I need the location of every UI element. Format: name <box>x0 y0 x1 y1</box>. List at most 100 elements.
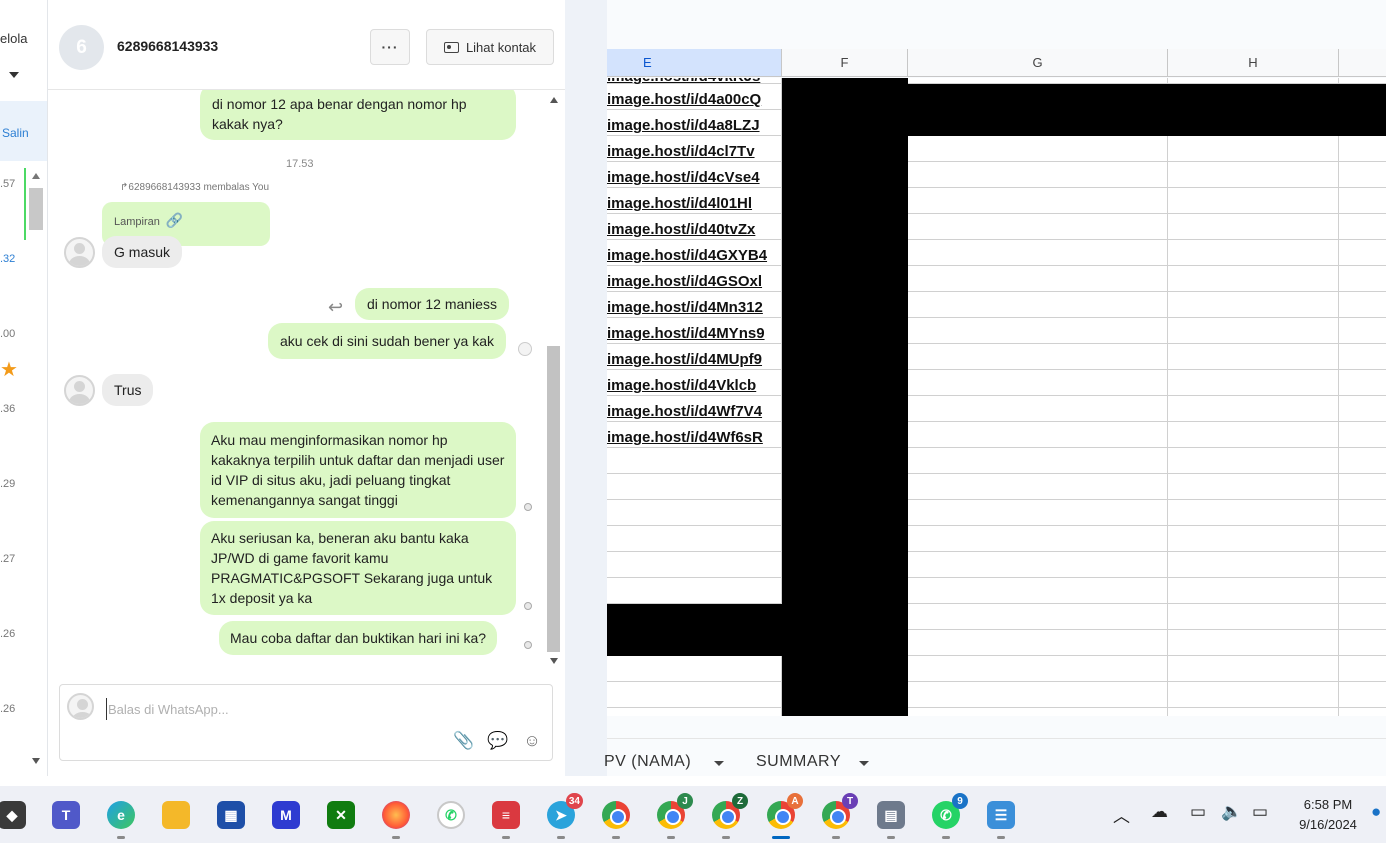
taskbar-firefox[interactable] <box>380 799 412 839</box>
taskbar-file-explorer[interactable] <box>160 799 192 831</box>
system-clock[interactable]: 6:58 PM 9/16/2024 <box>1288 795 1368 835</box>
vpn-icon: ≡ <box>492 801 520 829</box>
reply-input[interactable] <box>106 698 506 720</box>
image-link[interactable]: image.host/i/d4cVse4 <box>607 167 760 189</box>
image-link[interactable]: image.host/i/d4MUpf9 <box>607 349 762 371</box>
emoji-icon[interactable]: ☺ <box>522 731 542 751</box>
sheet-grid[interactable]: image.host/i/d4vkKJs image.host/i/d4a00c… <box>607 78 1386 716</box>
outgoing-message[interactable]: Aku mau menginformasikan nomor hp kakakn… <box>200 422 516 518</box>
more-options-button[interactable]: ··· <box>370 29 410 65</box>
redacted-block <box>607 604 782 656</box>
image-link[interactable]: image.host/i/d4Vklcb <box>607 375 756 397</box>
salin-link[interactable]: Salin <box>2 126 29 140</box>
editor-icon: M <box>272 801 300 829</box>
taskbar-chrome-t[interactable]: T <box>820 793 858 839</box>
attachment-label: Lampiran <box>114 216 160 228</box>
taskbar-store[interactable]: ▦ <box>215 799 247 831</box>
xbox-icon: ✕ <box>327 801 355 829</box>
sheet-tab-summary[interactable]: SUMMARY <box>756 753 841 771</box>
taskbar-notepad[interactable]: ☰ <box>985 799 1017 839</box>
image-link[interactable]: image.host/i/d4Wf6sR <box>607 427 763 449</box>
reply-arrow-icon[interactable]: ↩ <box>328 297 343 318</box>
star-icon[interactable]: ★ <box>0 360 18 380</box>
taskbar-xbox[interactable]: ✕ <box>325 799 357 831</box>
image-link[interactable]: image.host/i/d4l01Hl <box>607 193 752 215</box>
active-indicator <box>24 168 26 240</box>
attach-icon[interactable]: 📎 <box>453 731 474 751</box>
image-link[interactable]: image.host/i/d4Mn312 <box>607 297 763 319</box>
image-link[interactable]: image.host/i/d40tvZx <box>607 219 755 241</box>
image-link[interactable]: image.host/i/d4a00cQ <box>607 89 761 111</box>
taskbar-calculator[interactable]: ▤ <box>875 799 907 839</box>
outgoing-message[interactable]: Mau coba daftar dan buktikan hari ini ka… <box>219 621 498 655</box>
scroll-up-arrow[interactable] <box>550 97 558 103</box>
whatsapp-badge: 9 <box>952 793 968 809</box>
column-header-f[interactable]: F <box>782 49 908 77</box>
contact-card-icon <box>443 41 459 53</box>
outgoing-message[interactable]: aku cek di sini sudah bener ya kak <box>268 323 507 359</box>
reply-note: ↱6289668143933 membalas You <box>120 182 270 193</box>
taskbar-chrome-j[interactable]: J <box>655 793 693 839</box>
redacted-block <box>908 84 1386 136</box>
taskbar-app-dark[interactable]: ◆ <box>0 799 28 831</box>
chevron-down-icon[interactable] <box>859 761 869 766</box>
taskbar-vpn[interactable]: ≡ <box>490 799 522 839</box>
column-header-i[interactable] <box>1339 49 1386 77</box>
image-link[interactable]: image.host/i/d4GSOxl <box>607 271 762 293</box>
read-avatar-icon <box>518 342 532 356</box>
taskbar-whatsapp-web[interactable]: ✆ <box>435 799 467 831</box>
delivered-icon <box>524 503 532 511</box>
sheet-tab-bar: PV (NAMA) SUMMARY <box>604 738 1386 776</box>
contact-list-panel: elola Salin .57 .32 .00 ★ .36 .29 .27 .2… <box>0 0 48 776</box>
notification-icon[interactable]: ● <box>1371 802 1381 822</box>
taskbar-editor[interactable]: M <box>270 799 302 831</box>
scroll-down-arrow[interactable] <box>32 758 40 764</box>
scrollbar-thumb[interactable] <box>547 346 560 652</box>
image-link[interactable]: image.host/i/d4vkKJs <box>607 78 760 88</box>
taskbar-chrome-1[interactable] <box>600 799 632 839</box>
delivered-icon <box>524 602 532 610</box>
column-header-e[interactable]: E <box>607 49 782 77</box>
chevron-up-icon[interactable]: ︿ <box>1113 802 1130 827</box>
view-contact-button[interactable]: Lihat kontak <box>426 29 554 65</box>
contact-time: .29 <box>0 478 16 490</box>
image-link[interactable]: image.host/i/d4GXYB4 <box>607 245 767 267</box>
contact-avatar[interactable]: 6 <box>59 25 104 70</box>
profile-badge: J <box>677 793 693 809</box>
incoming-message[interactable]: Trus <box>102 374 154 406</box>
store-icon: ▦ <box>217 801 245 829</box>
taskbar-chrome-a[interactable]: A <box>765 793 803 839</box>
chat-scrollbar[interactable] <box>545 90 563 670</box>
app-icon: ◆ <box>0 801 26 829</box>
taskbar-whatsapp[interactable]: ✆ 9 <box>930 793 968 839</box>
column-header-g[interactable]: G <box>908 49 1168 77</box>
display-icon[interactable]: ▭ <box>1190 802 1206 822</box>
image-link[interactable]: image.host/i/d4MYns9 <box>607 323 765 345</box>
image-link[interactable]: image.host/i/d4Wf7V4 <box>607 401 762 423</box>
taskbar-edge[interactable]: e <box>105 799 137 839</box>
taskbar-telegram[interactable]: ➤ 34 <box>545 793 583 839</box>
battery-icon[interactable]: ▭ <box>1252 802 1268 822</box>
column-header-h[interactable]: H <box>1168 49 1339 77</box>
outgoing-message[interactable]: di nomor 12 apa benar dengan nomor hp ka… <box>200 90 516 140</box>
contact-time: .27 <box>0 553 16 565</box>
outgoing-message[interactable]: Aku seriusan ka, beneran aku bantu kaka … <box>200 521 516 615</box>
chat-bubble-icon[interactable]: 💬 <box>487 731 508 751</box>
outgoing-message[interactable]: di nomor 12 maniess <box>355 288 509 320</box>
sheet-tab-pv-nama[interactable]: PV (NAMA) <box>604 753 691 771</box>
image-link[interactable]: image.host/i/d4cl7Tv <box>607 141 755 163</box>
scrollbar-thumb[interactable] <box>29 188 43 230</box>
volume-icon[interactable]: 🔈 <box>1221 802 1242 822</box>
kelola-label[interactable]: elola <box>0 31 27 46</box>
scroll-down-arrow[interactable] <box>550 658 558 664</box>
taskbar-chrome-z[interactable]: Z <box>710 793 748 839</box>
chevron-down-icon[interactable] <box>714 761 724 766</box>
scroll-up-arrow[interactable] <box>32 173 40 179</box>
incoming-message[interactable]: G masuk <box>102 236 183 268</box>
chevron-down-icon[interactable] <box>9 72 19 78</box>
taskbar-teams[interactable]: T <box>50 799 82 831</box>
message-list: di nomor 12 apa benar dengan nomor hp ka… <box>48 90 565 670</box>
profile-badge: Z <box>732 793 748 809</box>
image-link[interactable]: image.host/i/d4a8LZJ <box>607 115 760 137</box>
cloud-offline-icon[interactable]: ☁ <box>1151 802 1168 822</box>
